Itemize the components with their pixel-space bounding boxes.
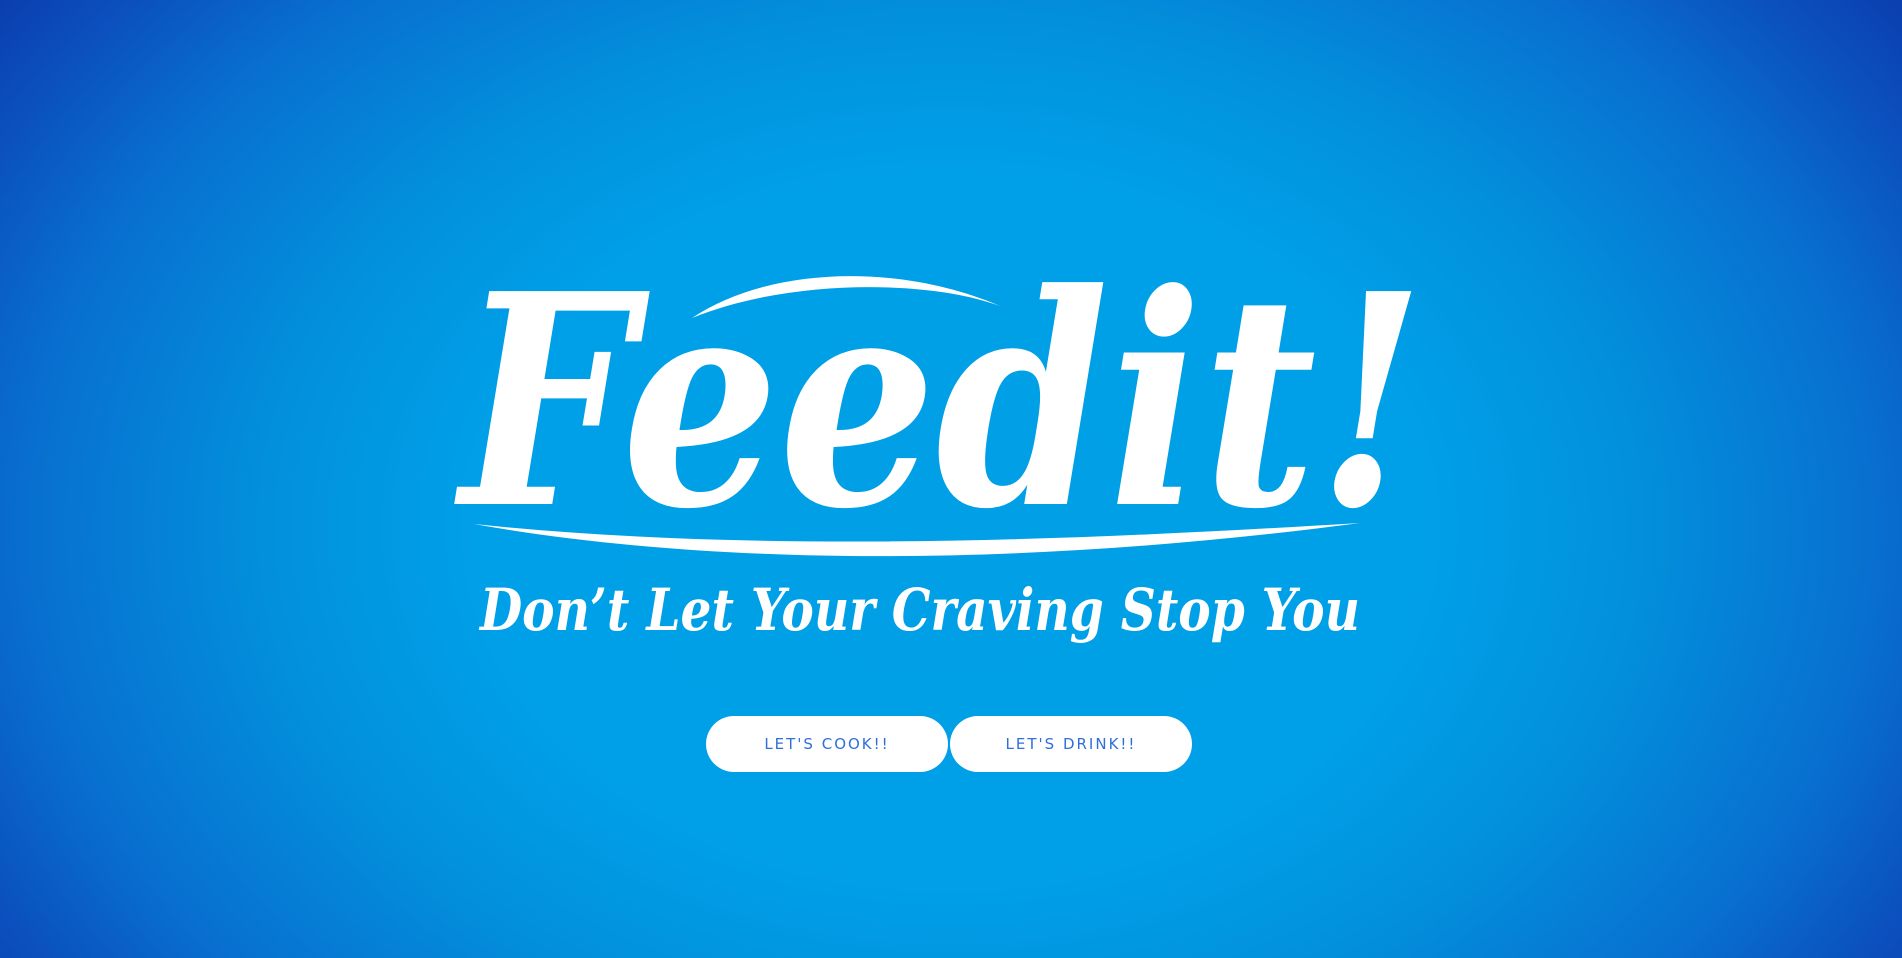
action-buttons: LET'S COOK!! LET'S DRINK!! — [706, 716, 1192, 772]
logo-wordmark: Feedit! — [452, 230, 1425, 573]
lets-cook-button[interactable]: LET'S COOK!! — [706, 716, 948, 772]
feedit-logo-graphic: Feedit! Don’t Let Your Craving Stop You — [452, 230, 1425, 644]
logo-tagline: Don’t Let Your Craving Stop You — [478, 576, 1360, 644]
lets-drink-button[interactable]: LET'S DRINK!! — [950, 716, 1192, 772]
feedit-logo: Feedit! Don’t Let Your Craving Stop You — [452, 218, 1440, 668]
